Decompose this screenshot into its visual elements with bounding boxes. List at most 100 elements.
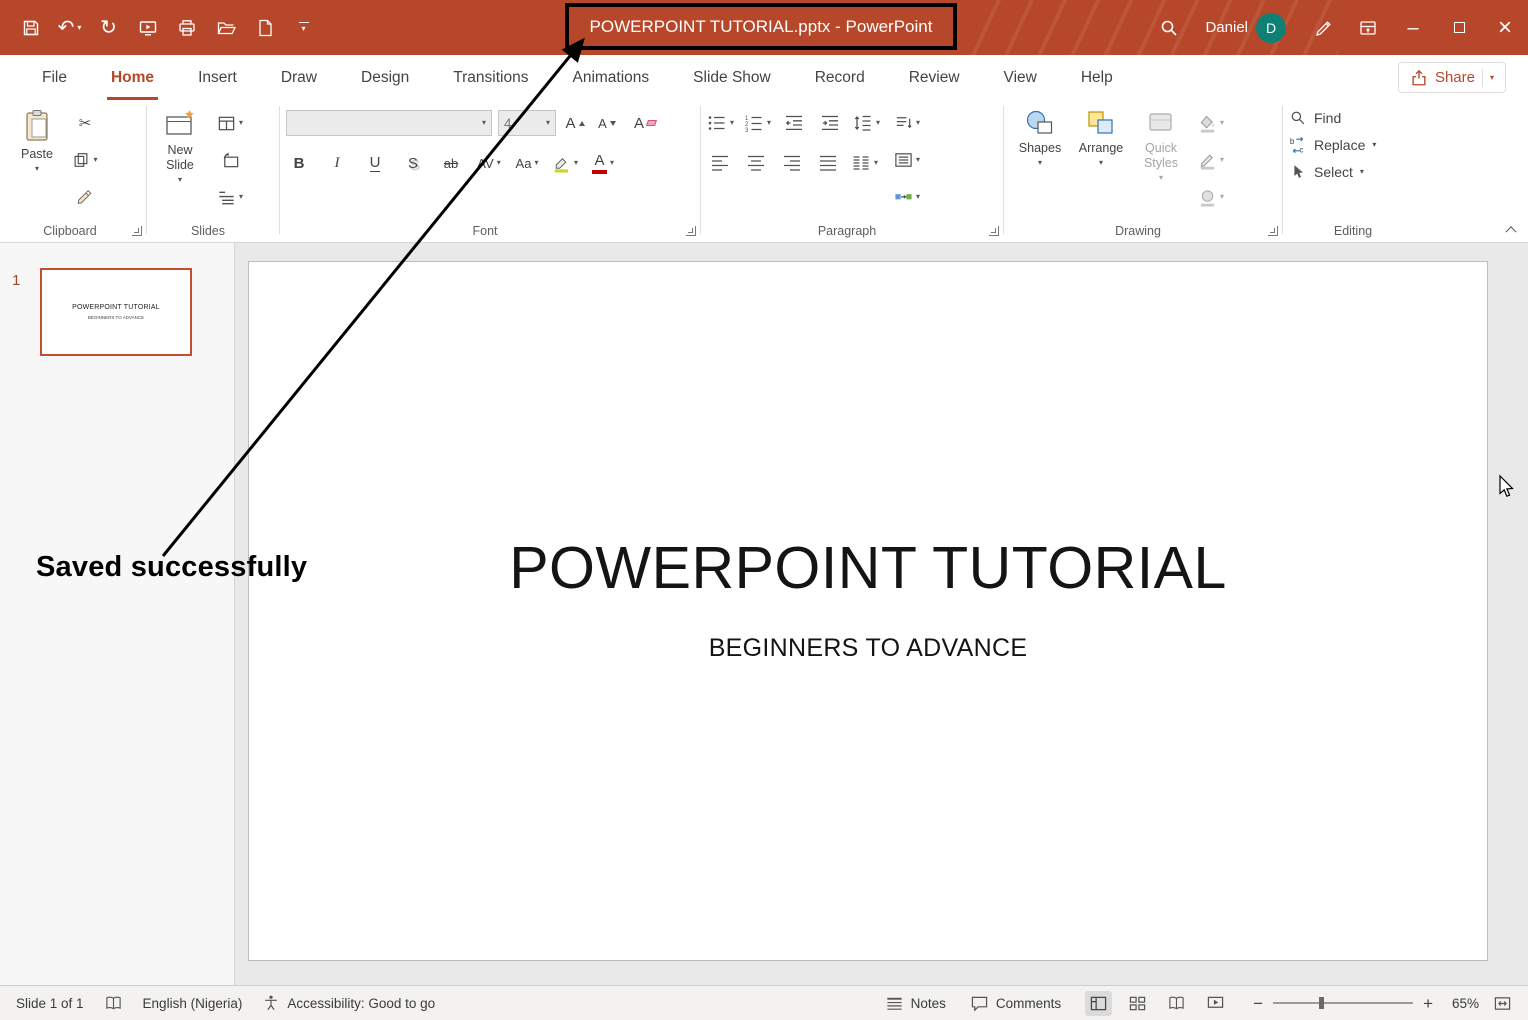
justify-button[interactable]: [815, 150, 841, 176]
paragraph-dialog-launcher[interactable]: [989, 226, 999, 236]
comments-button[interactable]: Comments: [970, 995, 1061, 1012]
shapes-button[interactable]: Shapes ▾: [1010, 100, 1070, 218]
notes-toggle-button[interactable]: Notes: [885, 996, 946, 1011]
maximize-button[interactable]: [1436, 0, 1482, 55]
strikethrough-button[interactable]: ab: [438, 150, 464, 176]
find-button[interactable]: Find: [1289, 109, 1376, 127]
arrow-up-icon: [579, 121, 585, 126]
columns-button[interactable]: ▾: [851, 150, 878, 176]
shape-outline-button[interactable]: ▾: [1198, 147, 1224, 173]
select-button[interactable]: Select ▾: [1289, 163, 1376, 181]
underline-button[interactable]: U: [362, 150, 388, 176]
language-button[interactable]: English (Nigeria): [143, 996, 243, 1011]
align-left-icon: [710, 154, 730, 172]
customize-qat-button[interactable]: ▾: [285, 7, 322, 49]
slide-editor[interactable]: POWERPOINT TUTORIAL BEGINNERS TO ADVANCE: [248, 261, 1488, 961]
slide-thumbnail[interactable]: POWERPOINT TUTORIAL BEGINNERS TO ADVANCE: [40, 268, 192, 356]
accessibility-status-button[interactable]: Accessibility: Good to go: [262, 994, 435, 1012]
tab-slide-show[interactable]: Slide Show: [671, 55, 793, 100]
tab-view[interactable]: View: [982, 55, 1059, 100]
user-name[interactable]: Daniel: [1205, 19, 1248, 36]
increase-font-size-button[interactable]: A: [562, 110, 588, 136]
bullets-button[interactable]: ▾: [707, 110, 734, 136]
decrease-font-size-button[interactable]: A: [594, 110, 620, 136]
tab-file[interactable]: File: [20, 55, 89, 100]
clear-formatting-button[interactable]: A: [632, 110, 658, 136]
new-document-icon: [255, 18, 275, 38]
slide-title-text[interactable]: POWERPOINT TUTORIAL: [249, 534, 1487, 602]
shape-fill-button[interactable]: ▾: [1198, 110, 1224, 136]
tab-draw[interactable]: Draw: [259, 55, 339, 100]
text-shadow-button[interactable]: S: [400, 150, 426, 176]
save-button[interactable]: [12, 7, 49, 49]
align-left-button[interactable]: [707, 150, 733, 176]
ribbon-display-options-button[interactable]: [1346, 0, 1390, 55]
open-file-button[interactable]: [207, 7, 244, 49]
zoom-slider[interactable]: [1273, 1002, 1413, 1004]
increase-indent-button[interactable]: [817, 110, 843, 136]
quick-print-button[interactable]: [168, 7, 205, 49]
numbering-button[interactable]: 123 ▾: [744, 110, 771, 136]
tab-home[interactable]: Home: [89, 55, 176, 100]
zoom-out-button[interactable]: −: [1253, 995, 1263, 1012]
align-center-button[interactable]: [743, 150, 769, 176]
cut-button[interactable]: ✂: [72, 110, 98, 136]
tab-insert[interactable]: Insert: [176, 55, 259, 100]
close-button[interactable]: ×: [1482, 0, 1528, 55]
character-spacing-button[interactable]: AV▾: [476, 150, 502, 176]
decrease-indent-button[interactable]: [781, 110, 807, 136]
paste-button[interactable]: Paste ▾: [10, 100, 64, 218]
arrange-button[interactable]: Arrange ▾: [1070, 100, 1132, 218]
share-button[interactable]: Share ▾: [1398, 62, 1506, 93]
redo-button[interactable]: ↻: [90, 7, 127, 49]
section-button[interactable]: ▾: [217, 184, 243, 210]
search-button[interactable]: [1147, 0, 1191, 55]
tab-design[interactable]: Design: [339, 55, 431, 100]
copy-button[interactable]: ▾: [72, 147, 98, 173]
minimize-button[interactable]: –: [1390, 0, 1436, 55]
font-dialog-launcher[interactable]: [686, 226, 696, 236]
font-color-button[interactable]: A ▾: [590, 150, 616, 176]
line-spacing-button[interactable]: ▾: [853, 110, 880, 136]
align-right-button[interactable]: [779, 150, 805, 176]
reset-slide-button[interactable]: [217, 147, 243, 173]
tab-help[interactable]: Help: [1059, 55, 1135, 100]
clipboard-dialog-launcher[interactable]: [132, 226, 142, 236]
slideshow-view-button[interactable]: [1202, 991, 1229, 1016]
font-size-combobox[interactable]: 4 ▾: [498, 110, 556, 136]
tab-review[interactable]: Review: [887, 55, 982, 100]
normal-view-button[interactable]: [1085, 991, 1112, 1016]
slide-layout-button[interactable]: ▾: [217, 110, 243, 136]
zoom-in-button[interactable]: +: [1423, 995, 1433, 1012]
zoom-level-button[interactable]: 65%: [1443, 996, 1479, 1011]
drawing-dialog-launcher[interactable]: [1268, 226, 1278, 236]
tab-transitions[interactable]: Transitions: [431, 55, 550, 100]
slide-subtitle-text[interactable]: BEGINNERS TO ADVANCE: [249, 634, 1487, 663]
fit-slide-to-window-button[interactable]: [1489, 991, 1516, 1016]
reading-view-button[interactable]: [1163, 991, 1190, 1016]
spell-check-button[interactable]: [104, 995, 123, 1012]
new-file-button[interactable]: [246, 7, 283, 49]
italic-button[interactable]: I: [324, 150, 350, 176]
format-painter-button[interactable]: [72, 184, 98, 210]
zoom-slider-thumb[interactable]: [1319, 997, 1324, 1009]
tab-record[interactable]: Record: [793, 55, 887, 100]
convert-to-smartart-button[interactable]: ▾: [894, 184, 920, 210]
collapse-ribbon-button[interactable]: [1506, 224, 1516, 234]
text-highlight-button[interactable]: ▾: [552, 150, 578, 176]
pen-tools-button[interactable]: [1302, 0, 1346, 55]
change-case-button[interactable]: Aa▾: [514, 150, 540, 176]
text-direction-button[interactable]: ▾: [894, 110, 920, 136]
replace-button[interactable]: bc Replace ▾: [1289, 136, 1376, 154]
bold-button[interactable]: B: [286, 150, 312, 176]
undo-button[interactable]: ↶ ▾: [51, 7, 88, 49]
shape-effects-button[interactable]: ▾: [1198, 184, 1224, 210]
tab-animations[interactable]: Animations: [550, 55, 671, 100]
avatar[interactable]: D: [1256, 13, 1286, 43]
quick-styles-button[interactable]: QuickStyles ▾: [1132, 100, 1190, 218]
new-slide-button[interactable]: NewSlide ▾: [153, 100, 207, 218]
align-text-button[interactable]: ▾: [894, 147, 920, 173]
start-slideshow-button[interactable]: [129, 7, 166, 49]
font-name-combobox[interactable]: ▾: [286, 110, 492, 136]
slide-sorter-view-button[interactable]: [1124, 991, 1151, 1016]
